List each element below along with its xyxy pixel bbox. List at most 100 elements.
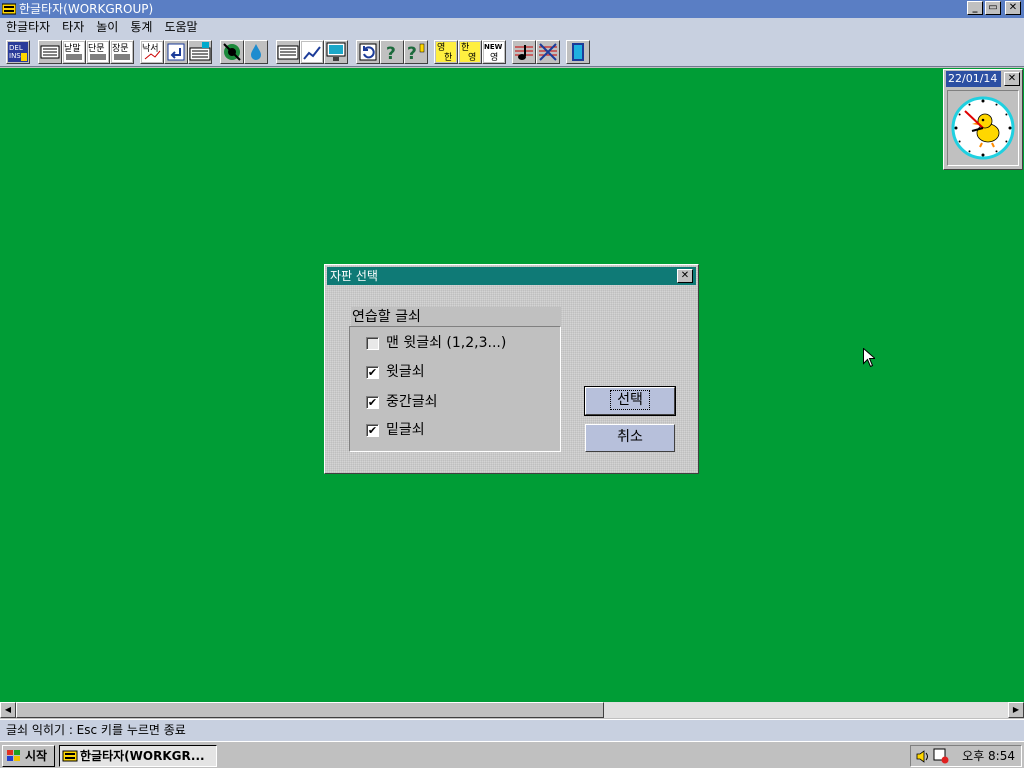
refresh-button[interactable] (356, 40, 380, 64)
keyboard-layout-icon (277, 45, 299, 60)
clock-date: 22/01/14 (946, 71, 1001, 87)
hanja-icon: 한 영 (460, 42, 480, 63)
keyboard-layout-button[interactable] (276, 40, 300, 64)
long-text-icon: 장문 (112, 42, 132, 62)
dialog-close-button[interactable]: ✕ (677, 269, 693, 283)
option-label: 윗글쇠 (386, 364, 425, 380)
scroll-thumb[interactable] (16, 702, 604, 718)
clock-close-button[interactable]: ✕ (1004, 72, 1020, 86)
hanja-button[interactable]: 한 영 (458, 40, 482, 64)
svg-text:낱말: 낱말 (64, 42, 81, 54)
eye-button[interactable] (220, 40, 244, 64)
word-practice-icon: 낱말 (64, 42, 84, 62)
option-upper-row[interactable]: ✔ 윗글쇠 (366, 362, 425, 382)
input-method-icon[interactable] (933, 748, 949, 764)
scroll-track[interactable] (604, 702, 1008, 718)
duck-clock-icon (951, 96, 1015, 160)
speaker-icon[interactable] (915, 749, 931, 764)
window-title: 한글타자(WORKGROUP) (19, 2, 154, 16)
korean-english-button[interactable]: 영 한 (434, 40, 458, 64)
mouse-cursor-icon (863, 348, 875, 367)
svg-text:영: 영 (490, 52, 498, 63)
short-text-icon: 단문 (88, 42, 108, 62)
keyboard-select-dialog: 자판 선택 ✕ 연습할 글쇠 맨 윗글쇠 (1,2,3...) ✔ 윗글쇠 ✔ … (324, 264, 699, 474)
windows-logo-icon (7, 750, 20, 761)
checkbox-top-row[interactable] (366, 336, 379, 350)
svg-text:DEL: DEL (9, 44, 23, 52)
select-button[interactable]: 선택 (584, 386, 676, 416)
start-button[interactable]: 시작 (2, 745, 55, 767)
scroll-right-button[interactable]: ▶ (1008, 702, 1024, 718)
checkbox-bottom-row[interactable]: ✔ (366, 423, 379, 437)
doodle-button[interactable]: 낙서 (140, 40, 164, 64)
option-top-row[interactable]: 맨 윗글쇠 (1,2,3...) (366, 333, 506, 353)
sound-button[interactable] (512, 40, 536, 64)
taskbar-app-button[interactable]: 한글타자(WORKGR... (59, 745, 217, 767)
close-button[interactable]: ✕ (1005, 1, 1021, 15)
new-english-icon: NEW 영 (484, 42, 504, 63)
water-drop-button[interactable] (244, 40, 268, 64)
option-middle-row[interactable]: ✔ 중간글쇠 (366, 392, 438, 412)
svg-text:NEW: NEW (484, 43, 503, 51)
svg-text:INS: INS (9, 52, 21, 60)
svg-text:영: 영 (468, 52, 476, 63)
help-context-icon: ? (407, 43, 425, 63)
clock-time: 오후 8:54 (962, 749, 1015, 763)
menu-bar: 한글타자 타자 놀이 통계 도움말 (0, 18, 1024, 37)
help-button[interactable]: ? (380, 40, 404, 64)
menu-hangeultaja[interactable]: 한글타자 (6, 18, 57, 37)
scroll-left-button[interactable]: ◀ (0, 702, 16, 718)
doodle-icon: 낙서 (142, 42, 162, 62)
keyboard-typing-button[interactable] (188, 40, 212, 64)
start-label: 시작 (25, 749, 48, 763)
svg-text:낙서: 낙서 (142, 43, 159, 54)
maximize-button[interactable]: ▭ (985, 1, 1001, 15)
checkbox-middle-row[interactable]: ✔ (366, 395, 379, 409)
return-button[interactable] (164, 40, 188, 64)
keyboard-button[interactable] (38, 40, 62, 64)
eye-icon (223, 43, 241, 61)
svg-text:영: 영 (437, 42, 445, 53)
long-text-button[interactable]: 장문 (110, 40, 134, 64)
clock-widget[interactable]: 22/01/14 ✕ (943, 69, 1023, 170)
del-ins-icon: DEL INS (8, 42, 28, 62)
menu-help[interactable]: 도움말 (164, 18, 204, 37)
checkbox-upper-row[interactable]: ✔ (366, 365, 379, 379)
exit-door-icon (572, 43, 584, 61)
word-practice-button[interactable]: 낱말 (62, 40, 86, 64)
app-icon (62, 750, 78, 762)
option-bottom-row[interactable]: ✔ 밑글쇠 (366, 420, 425, 440)
option-label: 맨 윗글쇠 (1,2,3...) (386, 335, 507, 351)
menu-nori[interactable]: 놀이 (96, 18, 125, 37)
minimize-button[interactable]: _ (967, 1, 983, 15)
option-label: 밑글쇠 (386, 422, 425, 438)
title-bar[interactable]: 한글타자(WORKGROUP) _ ▭ ✕ (0, 0, 1024, 18)
window-controls: _ ▭ ✕ (967, 1, 1021, 15)
help-context-button[interactable]: ? (404, 40, 428, 64)
toolbar: DEL INS 낱말 단문 장문 낙서 ? ? 영 한 한 영 NEW 영 (0, 37, 1024, 67)
monitor-button[interactable] (324, 40, 348, 64)
horizontal-scrollbar[interactable]: ◀ ▶ (0, 702, 1024, 719)
option-label: 중간글쇠 (386, 394, 438, 410)
record-graph-icon (302, 42, 322, 62)
short-text-button[interactable]: 단문 (86, 40, 110, 64)
menu-taja[interactable]: 타자 (62, 18, 91, 37)
new-english-button[interactable]: NEW 영 (482, 40, 506, 64)
svg-text:한: 한 (444, 52, 452, 63)
monitor-icon (326, 42, 346, 61)
keyboard-typing-icon (189, 42, 211, 61)
clock-face (947, 90, 1019, 166)
water-drop-icon (251, 44, 261, 60)
cancel-button[interactable]: 취소 (585, 424, 675, 452)
del-ins-button[interactable]: DEL INS (6, 40, 30, 64)
sound-icon (515, 45, 533, 60)
korean-english-icon: 영 한 (436, 42, 456, 63)
mute-button[interactable] (536, 40, 560, 64)
exit-door-button[interactable] (566, 40, 590, 64)
taskbar-app-label: 한글타자(WORKGR... (80, 749, 205, 763)
record-graph-button[interactable] (300, 40, 324, 64)
return-icon (167, 43, 185, 61)
mute-icon (539, 43, 557, 61)
menu-tonggye[interactable]: 통계 (130, 18, 159, 37)
dialog-title-bar[interactable]: 자판 선택 ✕ (327, 267, 696, 285)
